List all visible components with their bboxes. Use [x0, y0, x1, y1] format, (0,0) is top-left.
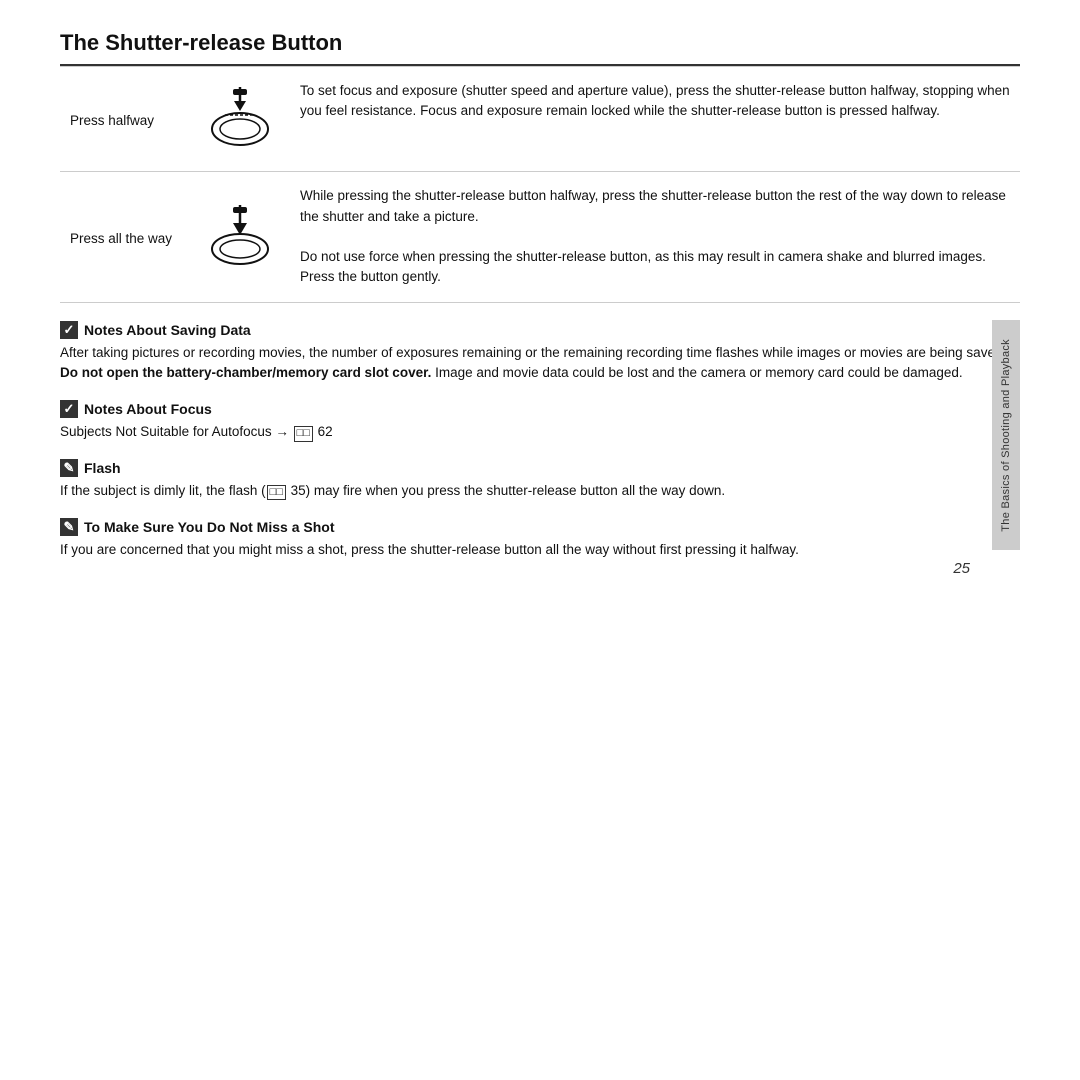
press-allway-desc-1: While pressing the shutter-release butto…: [300, 188, 1006, 223]
ref-box: □□: [294, 426, 313, 441]
notes-saving-data-heading: Notes About Saving Data: [60, 321, 1020, 339]
press-allway-icon: [190, 172, 290, 302]
pencil-icon: [60, 459, 78, 477]
notes-saving-data-body: After taking pictures or recording movie…: [60, 343, 1020, 385]
notes-miss-shot-heading: To Make Sure You Do Not Miss a Shot: [60, 518, 1020, 536]
ref-box-2: □□: [267, 485, 286, 500]
press-halfway-icon: [190, 67, 290, 172]
press-halfway-label: Press halfway: [60, 67, 190, 172]
notes-focus-body: Subjects Not Suitable for Autofocus → □□…: [60, 422, 1020, 443]
check-icon: [60, 321, 78, 339]
notes-flash-heading: Flash: [60, 459, 1020, 477]
side-tab: The Basics of Shooting and Playback: [992, 320, 1020, 550]
notes-focus: Notes About Focus Subjects Not Suitable …: [60, 400, 1020, 443]
notes-focus-title: Notes About Focus: [84, 401, 212, 417]
notes-flash-body: If the subject is dimly lit, the flash (…: [60, 481, 1020, 502]
pencil-icon-2: [60, 518, 78, 536]
notes-focus-heading: Notes About Focus: [60, 400, 1020, 418]
notes-miss-shot: To Make Sure You Do Not Miss a Shot If y…: [60, 518, 1020, 561]
table-row: Press all the way While pressing the: [60, 172, 1020, 302]
page-number: 25: [953, 560, 970, 577]
notes-saving-data: Notes About Saving Data After taking pic…: [60, 321, 1020, 385]
notes-miss-shot-body: If you are concerned that you might miss…: [60, 540, 1020, 561]
press-allway-desc: While pressing the shutter-release butto…: [290, 172, 1020, 302]
press-allway-label: Press all the way: [60, 172, 190, 302]
side-tab-label: The Basics of Shooting and Playback: [1000, 339, 1012, 532]
table-row: Press halfway: [60, 67, 1020, 172]
notes-flash-title: Flash: [84, 460, 121, 476]
press-allway-desc-2: Do not use force when pressing the shutt…: [300, 249, 986, 284]
press-halfway-desc: To set focus and exposure (shutter speed…: [290, 67, 1020, 172]
page-title: The Shutter-release Button: [60, 30, 1020, 66]
notes-miss-shot-title: To Make Sure You Do Not Miss a Shot: [84, 519, 334, 535]
shutter-table: Press halfway: [60, 66, 1020, 303]
notes-flash: Flash If the subject is dimly lit, the f…: [60, 459, 1020, 502]
notes-saving-data-title: Notes About Saving Data: [84, 322, 251, 338]
check-icon-2: [60, 400, 78, 418]
